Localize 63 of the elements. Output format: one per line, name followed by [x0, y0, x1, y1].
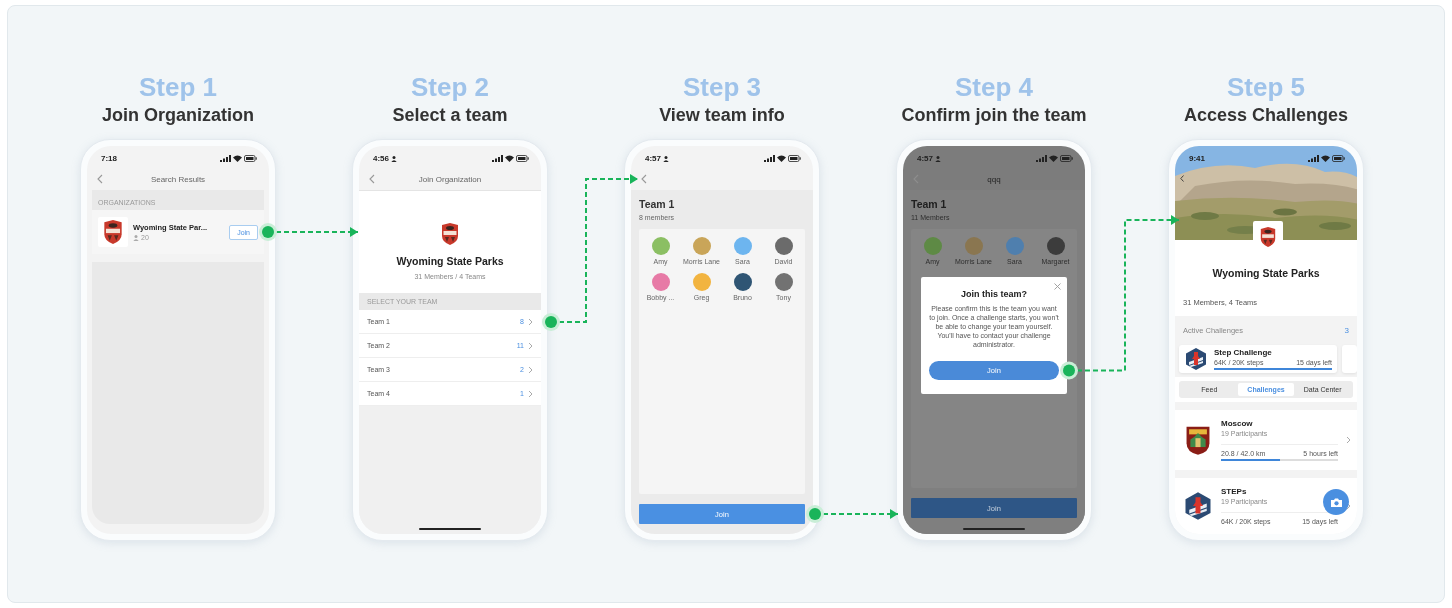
status-time: 9:41	[1189, 154, 1205, 163]
camera-icon	[1330, 497, 1342, 507]
dialog-title: Join this team?	[961, 289, 1027, 299]
person-icon	[391, 155, 397, 162]
organization-name: Wyoming State Parks	[1212, 267, 1320, 279]
signal-icon	[764, 155, 775, 162]
chevron-icon	[528, 341, 533, 350]
challenge-name: Moscow	[1221, 419, 1254, 428]
signal-icon	[492, 155, 503, 162]
chevron-icon	[528, 389, 533, 398]
wifi-icon	[1049, 155, 1058, 162]
shield-icon	[440, 221, 460, 247]
hexagon-badge-icon	[1183, 491, 1213, 521]
battery-icon	[788, 155, 801, 162]
step-title: Join Organization	[102, 104, 254, 126]
status-time: 4:56	[373, 154, 389, 163]
signal-icon	[220, 155, 231, 162]
shield-icon	[102, 219, 124, 245]
battery-icon	[1332, 155, 1345, 162]
step-number: Step 1	[139, 72, 217, 102]
challenge-name: Step Challenge	[1214, 348, 1273, 357]
step-title: View team info	[659, 104, 785, 126]
step-number: Step 2	[411, 72, 489, 102]
signal-icon	[1308, 155, 1319, 162]
person-icon	[935, 155, 941, 162]
close-icon[interactable]	[1054, 283, 1061, 290]
wifi-icon	[233, 155, 242, 162]
step-title: Access Challenges	[1183, 104, 1349, 126]
team-title: Team 1	[911, 198, 948, 210]
step-number: Step 3	[683, 72, 761, 102]
person-icon	[133, 234, 139, 241]
battery-icon	[1060, 155, 1073, 162]
shield-icon	[1259, 225, 1277, 249]
step-number: Step 4	[955, 72, 1033, 102]
back-icon[interactable]	[1180, 175, 1184, 182]
organization-name: Wyoming State Parks	[396, 255, 504, 267]
step-number: Step 5	[1227, 72, 1305, 102]
person-icon	[663, 155, 669, 162]
wifi-icon	[777, 155, 786, 162]
wifi-icon	[505, 155, 514, 162]
status-time: 4:57	[645, 154, 661, 163]
status-time: 4:57	[917, 154, 933, 163]
nav-title: Join Organization	[418, 174, 482, 184]
challenge-count: 3	[1344, 326, 1349, 335]
status-time: 7:18	[101, 154, 117, 163]
signal-icon	[1036, 155, 1047, 162]
battery-icon	[244, 155, 257, 162]
step-title: Select a team	[392, 104, 508, 126]
chevron-icon	[528, 317, 533, 326]
back-icon[interactable]	[641, 174, 647, 184]
back-icon[interactable]	[97, 174, 103, 184]
step-title: Confirm join the team	[901, 104, 1087, 126]
chevron-icon	[1346, 436, 1351, 444]
hexagon-badge-icon	[1184, 347, 1208, 371]
chevron-icon	[528, 365, 533, 374]
battery-icon	[516, 155, 529, 162]
wifi-icon	[1321, 155, 1330, 162]
chevron-icon	[1346, 502, 1351, 510]
challenge-name: STEPs	[1221, 487, 1248, 496]
nav-title: Search Results	[150, 174, 206, 184]
team-title: Team 1	[639, 198, 676, 210]
nav-title: qqq	[987, 174, 1001, 184]
back-icon[interactable]	[369, 174, 375, 184]
